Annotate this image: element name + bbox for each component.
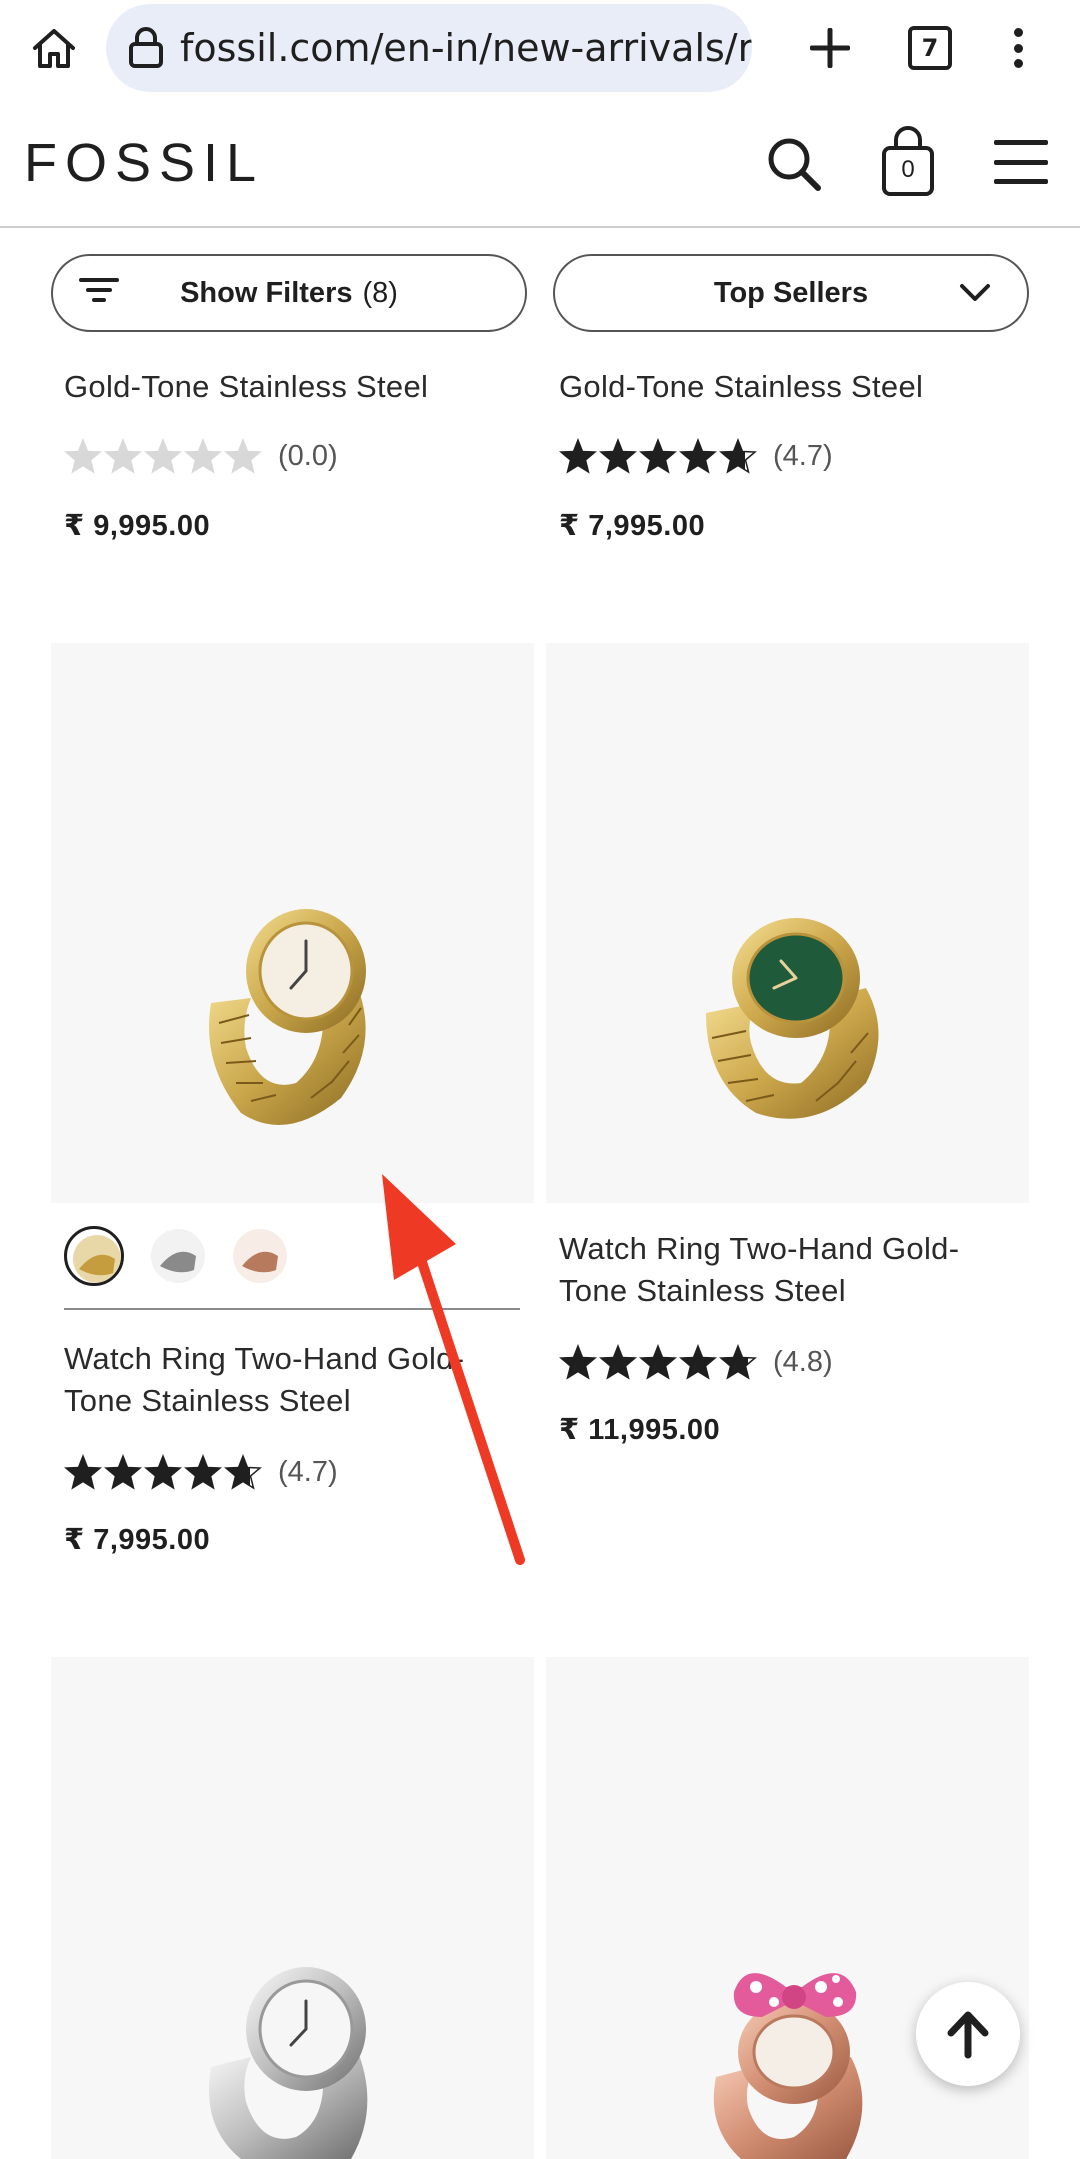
product-price: ₹ 7,995.00 — [559, 510, 706, 542]
star-icon — [599, 438, 637, 474]
star-icon — [719, 1344, 757, 1380]
filter-icon — [79, 278, 119, 302]
star-icon — [639, 1344, 677, 1380]
star-icon — [104, 438, 142, 474]
cart-count: 0 — [901, 156, 915, 183]
star-rating — [64, 1454, 264, 1490]
rating-value: (0.0) — [278, 439, 338, 472]
product-image[interactable] — [546, 643, 1029, 1203]
silver-watch-ring-image — [209, 1967, 368, 2159]
product-image[interactable] — [51, 1657, 534, 2159]
fossil-logo[interactable]: FOSSIL — [24, 132, 264, 194]
rating-value: (4.7) — [278, 1455, 338, 1488]
star-icon — [64, 1454, 102, 1490]
shopping-bag-icon[interactable]: 0 — [878, 126, 938, 198]
back-to-top-button[interactable] — [916, 1982, 1020, 2086]
product-image[interactable] — [51, 643, 534, 1203]
plus-icon — [810, 28, 850, 68]
star-icon — [184, 1454, 222, 1490]
chevron-down-icon — [960, 284, 990, 301]
star-icon — [184, 438, 222, 474]
product-name[interactable]: Gold-Tone Stainless Steel — [559, 366, 1019, 408]
product-rating: (0.0) — [64, 436, 338, 476]
lock-icon — [124, 26, 168, 70]
star-icon — [224, 438, 262, 474]
star-icon — [64, 438, 102, 474]
home-icon — [33, 29, 75, 68]
star-icon — [599, 1344, 637, 1380]
filter-count: (8) — [362, 276, 398, 309]
product-price: ₹ 7,995.00 — [64, 1524, 211, 1556]
search-icon[interactable] — [764, 134, 824, 194]
swatch-gold[interactable] — [64, 1226, 124, 1286]
product-price: ₹ 9,995.00 — [64, 510, 211, 542]
home-button[interactable] — [24, 22, 84, 74]
rating-value: (4.7) — [773, 439, 833, 472]
filter-sort-bar: Show Filters (8) Top Sellers — [0, 230, 1080, 340]
new-tab-button[interactable] — [800, 18, 860, 78]
address-bar[interactable]: fossil.com/en-in/new-arrivals/r — [106, 4, 752, 92]
product-rating: (4.7) — [559, 436, 833, 476]
product-rating: (4.8) — [559, 1342, 833, 1382]
star-icon — [144, 438, 182, 474]
sort-label: Top Sellers — [713, 276, 869, 309]
swatch-silver[interactable] — [148, 1226, 208, 1286]
hamburger-menu-icon[interactable] — [994, 140, 1048, 184]
annotation-arrow — [382, 1174, 525, 1565]
gold-watch-ring-image — [209, 909, 366, 1125]
rating-value: (4.8) — [773, 1345, 833, 1378]
star-rating — [559, 1344, 759, 1380]
product-rating: (4.7) — [64, 1452, 338, 1492]
sort-dropdown[interactable]: Top Sellers — [553, 254, 1029, 332]
star-icon — [679, 438, 717, 474]
site-header: FOSSIL 0 — [0, 96, 1080, 228]
star-icon — [224, 1454, 262, 1490]
url-text: fossil.com/en-in/new-arrivals/r — [180, 26, 752, 70]
arrow-up-icon — [947, 2011, 989, 2059]
swatch-rose-gold[interactable] — [230, 1226, 290, 1286]
tab-count: 7 — [921, 34, 939, 62]
star-rating — [559, 438, 759, 474]
star-icon — [719, 438, 757, 474]
star-icon — [104, 1454, 142, 1490]
more-vert-icon[interactable] — [1000, 22, 1036, 74]
star-icon — [679, 1344, 717, 1380]
filter-label: Show Filters — [180, 276, 353, 309]
product-name[interactable]: Gold-Tone Stainless Steel — [64, 366, 524, 408]
star-rating — [64, 438, 264, 474]
star-icon — [144, 1454, 182, 1490]
browser-toolbar: fossil.com/en-in/new-arrivals/r 7 — [0, 0, 1080, 96]
product-price: ₹ 11,995.00 — [559, 1414, 721, 1446]
tab-switcher-button[interactable]: 7 — [908, 26, 952, 70]
star-icon — [559, 1344, 597, 1380]
product-name[interactable]: Watch Ring Two-Hand Gold-Tone Stainless … — [559, 1228, 999, 1312]
star-icon — [639, 438, 677, 474]
green-dial-watch-ring-image — [706, 918, 879, 1119]
star-icon — [559, 438, 597, 474]
show-filters-button[interactable]: Show Filters (8) — [51, 254, 527, 332]
